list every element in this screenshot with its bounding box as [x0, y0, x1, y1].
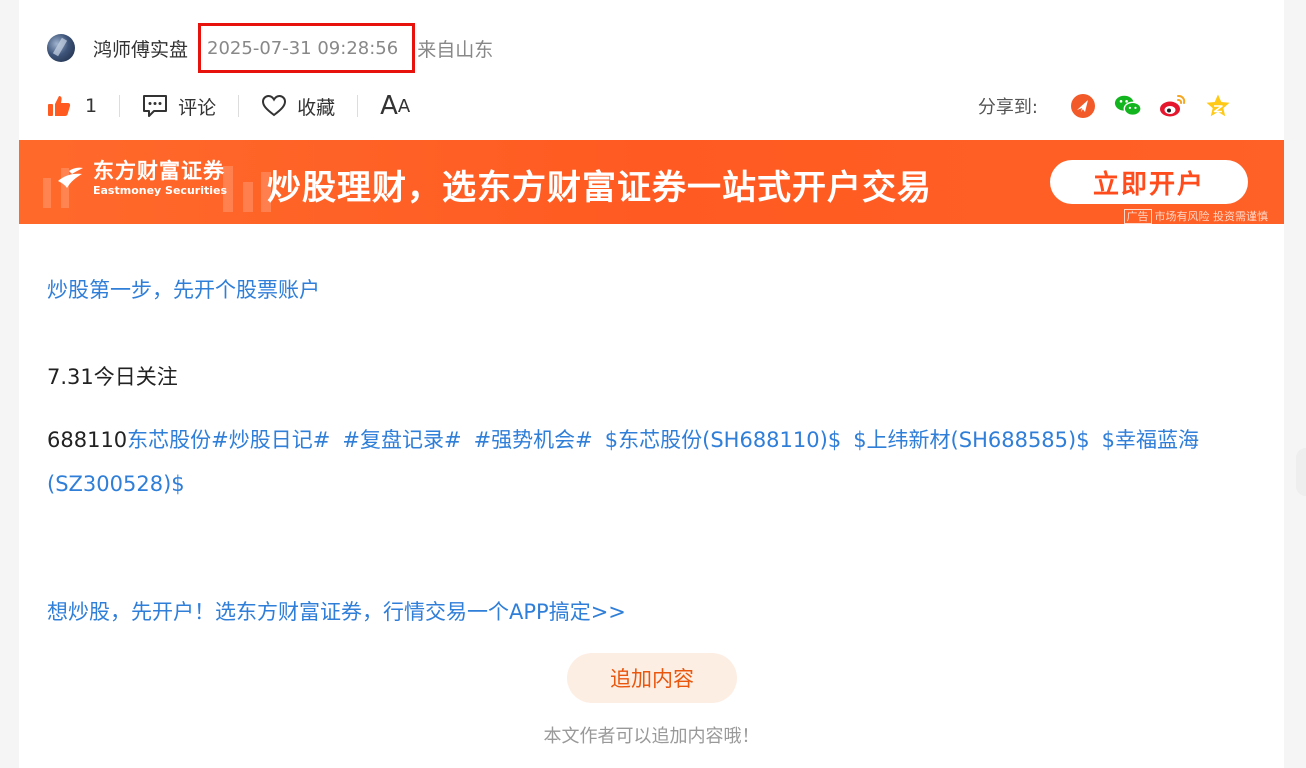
post-timestamp: 2025-07-31 09:28:56	[207, 37, 399, 59]
banner-slogan: 炒股理财，选东方财富证券一站式开户交易	[267, 168, 932, 208]
ad-tag: 广告	[1123, 209, 1152, 224]
divider	[238, 95, 240, 117]
open-account-button[interactable]: 立即开户	[1050, 160, 1248, 204]
share-wechat-icon[interactable]	[1114, 92, 1142, 120]
hashtag-link[interactable]: #复盘记录#	[342, 428, 461, 452]
post-card: 鸿师傅实盘 2025-07-31 09:28:56 来自山东 1 评论 收藏 A…	[19, 0, 1284, 768]
stock-tag-link[interactable]: $东芯股份(SH688110)$	[605, 428, 841, 452]
promo-link-top[interactable]: 炒股第一步，先开个股票账户	[47, 274, 320, 304]
stock-code-text: 688110	[47, 428, 128, 452]
share-favorite-star-icon[interactable]	[1204, 92, 1232, 120]
brand-name-en: Eastmoney Securities	[93, 184, 228, 197]
eastmoney-logo-icon	[58, 167, 83, 188]
hashtag-link[interactable]: #强势机会#	[474, 428, 593, 452]
share-label: 分享到:	[977, 97, 1038, 118]
divider	[119, 95, 121, 117]
font-size-toggle[interactable]: AA	[380, 91, 410, 121]
ad-risk-note: 市场有风险 投资需谨慎	[1154, 210, 1269, 223]
like-count: 1	[85, 95, 98, 117]
ad-disclaimer: 广告 市场有风险 投资需谨慎	[1123, 208, 1269, 224]
thumbs-up-icon	[47, 94, 71, 118]
avatar[interactable]	[47, 34, 75, 62]
side-scroll-handle[interactable]	[1296, 448, 1306, 496]
comment-button[interactable]: 评论	[142, 93, 216, 120]
favorite-button[interactable]: 收藏	[261, 93, 335, 120]
append-note: 本文作者可以追加内容哦！	[543, 726, 760, 747]
share-toutiao-icon[interactable]	[1069, 92, 1097, 120]
heart-icon	[261, 94, 287, 118]
stock-name-link[interactable]: 东芯股份	[127, 428, 211, 452]
brand-name-cn: 东方财富证券	[93, 158, 225, 183]
ad-banner[interactable]: 东方财富证券 Eastmoney Securities 炒股理财，选东方财富证券…	[19, 140, 1284, 224]
post-date-heading: 7.31今日关注	[47, 365, 178, 389]
action-bar: 1 评论 收藏 AA	[47, 88, 410, 124]
share-weibo-icon[interactable]	[1159, 92, 1187, 120]
like-button[interactable]: 1	[47, 94, 97, 118]
hashtag-link[interactable]: #炒股日记#	[211, 428, 330, 452]
append-content-button[interactable]: 追加内容	[567, 653, 737, 703]
promo-link-bottom[interactable]: 想炒股，先开户！选东方财富证券，行情交易一个APP搞定>>	[47, 596, 626, 626]
font-size-small-a: A	[397, 95, 411, 117]
post-meta: 鸿师傅实盘 2025-07-31 09:28:56 来自山东	[47, 23, 494, 73]
font-size-large-a: A	[380, 91, 398, 121]
comment-label: 评论	[178, 96, 217, 119]
author-name[interactable]: 鸿师傅实盘	[93, 35, 188, 62]
divider	[357, 95, 359, 117]
timestamp-highlight: 2025-07-31 09:28:56	[198, 23, 416, 73]
stock-tag-link[interactable]: $上纬新材(SH688585)$	[853, 428, 1089, 452]
post-body: 688110东芯股份#炒股日记# #复盘记录# #强势机会# $东芯股份(SH6881…	[47, 418, 1217, 506]
favorite-label: 收藏	[297, 96, 336, 119]
share-bar: 分享到:	[978, 88, 1232, 124]
comment-icon	[142, 94, 168, 118]
brand-logo: 东方财富证券 Eastmoney Securities	[55, 160, 227, 196]
post-location: 来自山东	[417, 38, 494, 61]
